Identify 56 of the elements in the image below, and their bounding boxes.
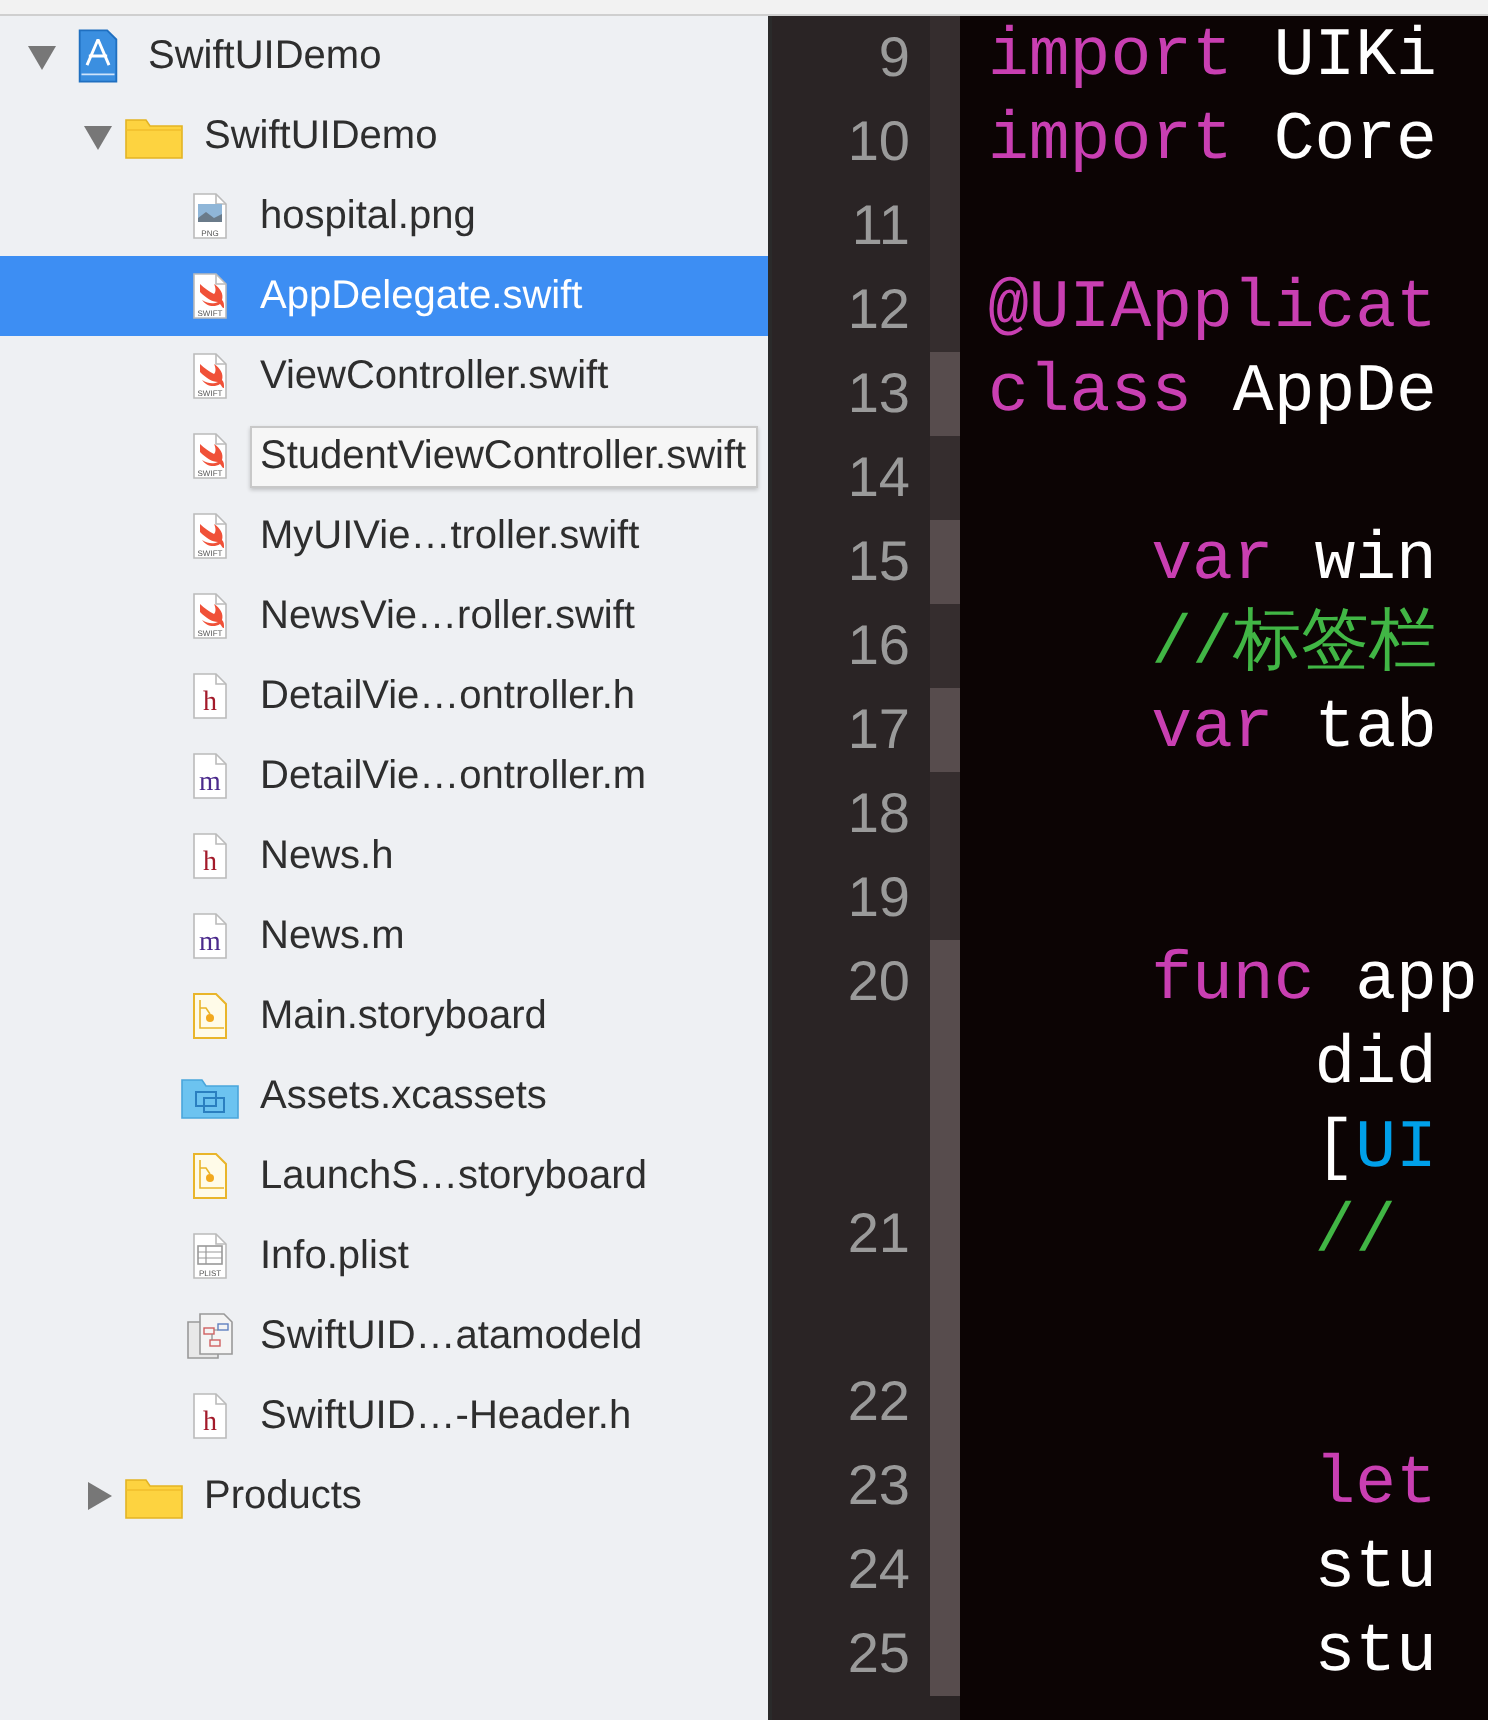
code-line: // <box>1312 1194 1397 1276</box>
line-number: 18 <box>847 780 910 848</box>
collapse-triangle-icon[interactable] <box>26 40 58 72</box>
tooltip: StudentViewController.swift <box>250 425 759 487</box>
project-icon <box>76 28 120 84</box>
file-row[interactable]: SwiftUIDemo <box>0 16 768 96</box>
file-row[interactable]: SwiftUID…atamodeld <box>0 1296 768 1376</box>
file-row[interactable]: h SwiftUID…-Header.h <box>0 1376 768 1456</box>
line-number: 23 <box>847 1452 910 1520</box>
collapse-triangle-icon[interactable] <box>82 120 114 152</box>
line-number: 20 <box>847 948 910 1016</box>
file-row[interactable]: m News.m <box>0 896 768 976</box>
line-number: 12 <box>847 276 910 344</box>
file-row[interactable]: Main.storyboard <box>0 976 768 1056</box>
code-line: stu <box>1312 1530 1437 1612</box>
storyboard-file-icon <box>188 992 232 1040</box>
code-line: did <box>1312 1026 1437 1108</box>
code-line: stu <box>1312 1614 1437 1696</box>
line-number: 10 <box>847 108 910 176</box>
line-number: 24 <box>847 1536 910 1604</box>
code-line: [UI <box>1312 1110 1437 1192</box>
source-file-icon: h <box>188 832 232 880</box>
line-number: 22 <box>847 1368 910 1436</box>
source-file-icon: m <box>188 912 232 960</box>
file-row[interactable]: SwiftUIDemo <box>0 96 768 176</box>
expand-triangle-icon[interactable] <box>82 1480 114 1512</box>
storyboard-file-icon <box>188 1152 232 1200</box>
line-number: 14 <box>847 444 910 512</box>
code-line: var win <box>1149 522 1437 604</box>
file-row[interactable]: h News.h <box>0 816 768 896</box>
data-model-icon <box>186 1312 234 1360</box>
file-row[interactable]: h DetailVie…ontroller.h <box>0 656 768 736</box>
line-number: 13 <box>847 360 910 428</box>
file-row[interactable]: Assets.xcassets <box>0 1056 768 1136</box>
code-line: class AppDe <box>988 354 1437 436</box>
file-row[interactable]: m DetailVie…ontroller.m <box>0 736 768 816</box>
code-line: func app <box>1149 942 1478 1024</box>
code-line: var tab <box>1149 690 1437 772</box>
code-line: let <box>1312 1446 1437 1528</box>
source-file-icon: h <box>188 1392 232 1440</box>
line-number: 17 <box>847 696 910 764</box>
file-row[interactable]: LaunchS…storyboard <box>0 1136 768 1216</box>
file-row[interactable]: Products <box>0 1456 768 1536</box>
line-number: 16 <box>847 612 910 680</box>
source-file-icon: h <box>188 672 232 720</box>
line-number: 11 <box>851 192 910 260</box>
code-line: import UIKi <box>988 18 1437 100</box>
line-number: 19 <box>847 864 910 932</box>
line-number: 9 <box>878 24 910 92</box>
line-number: 25 <box>847 1620 910 1688</box>
line-number: 15 <box>847 528 910 596</box>
code-line: import Core <box>988 102 1437 184</box>
code-line: @UIApplicat <box>988 270 1437 352</box>
code-line: //标签栏 <box>1149 605 1437 688</box>
source-file-icon: m <box>188 752 232 800</box>
line-number: 21 <box>847 1200 910 1268</box>
